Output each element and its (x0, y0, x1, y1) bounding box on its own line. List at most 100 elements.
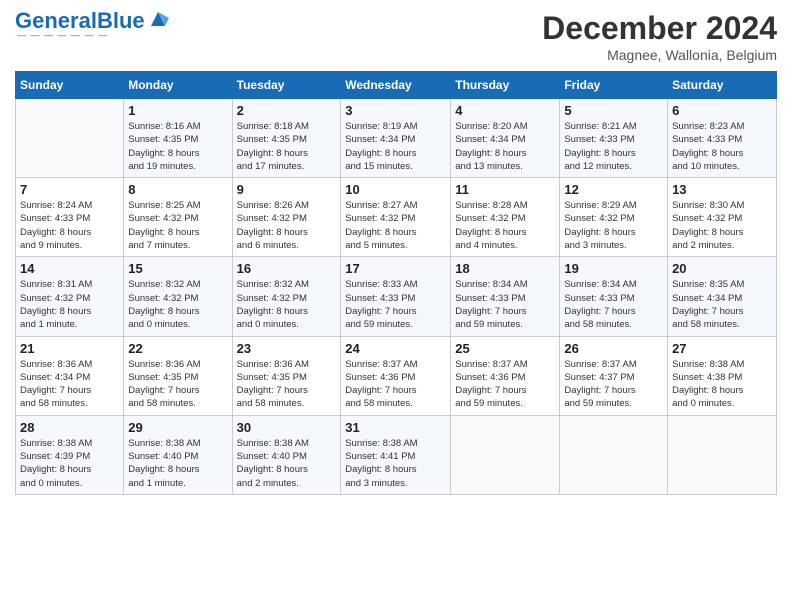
calendar-cell: 6 Sunrise: 8:23 AM Sunset: 4:33 PM Daylig… (668, 99, 777, 178)
day-info: Sunrise: 8:36 AM Sunset: 4:35 PM Dayligh… (128, 358, 227, 411)
calendar-header-row: Sunday Monday Tuesday Wednesday Thursday… (16, 72, 777, 99)
day-number: 14 (20, 261, 119, 276)
day-number: 8 (128, 182, 227, 197)
calendar-cell: 15 Sunrise: 8:32 AM Sunset: 4:32 PM Dayli… (124, 257, 232, 336)
calendar-cell: 3 Sunrise: 8:19 AM Sunset: 4:34 PM Daylig… (341, 99, 451, 178)
day-number: 20 (672, 261, 772, 276)
day-info: Sunrise: 8:37 AM Sunset: 4:37 PM Dayligh… (564, 358, 663, 411)
day-number: 21 (20, 341, 119, 356)
calendar-cell: 22 Sunrise: 8:36 AM Sunset: 4:35 PM Dayli… (124, 336, 232, 415)
day-info: Sunrise: 8:28 AM Sunset: 4:32 PM Dayligh… (455, 199, 555, 252)
page-header: GeneralBlue — — — — — — — December 2024 … (15, 10, 777, 63)
calendar-cell: 4 Sunrise: 8:20 AM Sunset: 4:34 PM Daylig… (451, 99, 560, 178)
calendar-cell: 18 Sunrise: 8:34 AM Sunset: 4:33 PM Dayli… (451, 257, 560, 336)
calendar-table: Sunday Monday Tuesday Wednesday Thursday… (15, 71, 777, 495)
day-number: 22 (128, 341, 227, 356)
logo-text: GeneralBlue (15, 10, 145, 32)
calendar-cell: 9Sunrise: 8:26 AM Sunset: 4:32 PM Daylig… (232, 178, 341, 257)
day-info: Sunrise: 8:24 AM Sunset: 4:33 PM Dayligh… (20, 199, 119, 252)
day-info: Sunrise: 8:19 AM Sunset: 4:34 PM Dayligh… (345, 120, 446, 173)
calendar-week-row: 1 Sunrise: 8:16 AM Sunset: 4:35 PM Daylig… (16, 99, 777, 178)
day-number: 2 (237, 103, 337, 118)
page-container: GeneralBlue — — — — — — — December 2024 … (0, 0, 792, 505)
day-number: 11 (455, 182, 555, 197)
day-info: Sunrise: 8:31 AM Sunset: 4:32 PM Dayligh… (20, 278, 119, 331)
day-number: 7 (20, 182, 119, 197)
day-info: Sunrise: 8:38 AM Sunset: 4:40 PM Dayligh… (237, 437, 337, 490)
calendar-week-row: 21 Sunrise: 8:36 AM Sunset: 4:34 PM Dayli… (16, 336, 777, 415)
col-sunday: Sunday (16, 72, 124, 99)
calendar-cell: 26Sunrise: 8:37 AM Sunset: 4:37 PM Dayli… (560, 336, 668, 415)
day-number: 17 (345, 261, 446, 276)
calendar-cell: 21 Sunrise: 8:36 AM Sunset: 4:34 PM Dayli… (16, 336, 124, 415)
day-info: Sunrise: 8:30 AM Sunset: 4:32 PM Dayligh… (672, 199, 772, 252)
calendar-cell: 29Sunrise: 8:38 AM Sunset: 4:40 PM Dayli… (124, 415, 232, 494)
calendar-week-row: 7 Sunrise: 8:24 AM Sunset: 4:33 PM Daylig… (16, 178, 777, 257)
title-block: December 2024 Magnee, Wallonia, Belgium (542, 10, 777, 63)
day-number: 4 (455, 103, 555, 118)
day-info: Sunrise: 8:35 AM Sunset: 4:34 PM Dayligh… (672, 278, 772, 331)
calendar-cell: 1 Sunrise: 8:16 AM Sunset: 4:35 PM Daylig… (124, 99, 232, 178)
day-info: Sunrise: 8:32 AM Sunset: 4:32 PM Dayligh… (237, 278, 337, 331)
day-info: Sunrise: 8:23 AM Sunset: 4:33 PM Dayligh… (672, 120, 772, 173)
calendar-cell (451, 415, 560, 494)
col-monday: Monday (124, 72, 232, 99)
day-info: Sunrise: 8:34 AM Sunset: 4:33 PM Dayligh… (455, 278, 555, 331)
day-info: Sunrise: 8:36 AM Sunset: 4:34 PM Dayligh… (20, 358, 119, 411)
day-info: Sunrise: 8:38 AM Sunset: 4:38 PM Dayligh… (672, 358, 772, 411)
calendar-cell (560, 415, 668, 494)
calendar-cell: 7 Sunrise: 8:24 AM Sunset: 4:33 PM Daylig… (16, 178, 124, 257)
day-number: 30 (237, 420, 337, 435)
day-number: 3 (345, 103, 446, 118)
logo: GeneralBlue — — — — — — — (15, 10, 169, 40)
day-number: 18 (455, 261, 555, 276)
day-number: 10 (345, 182, 446, 197)
day-info: Sunrise: 8:32 AM Sunset: 4:32 PM Dayligh… (128, 278, 227, 331)
day-number: 31 (345, 420, 446, 435)
day-number: 15 (128, 261, 227, 276)
day-info: Sunrise: 8:37 AM Sunset: 4:36 PM Dayligh… (455, 358, 555, 411)
col-wednesday: Wednesday (341, 72, 451, 99)
day-number: 28 (20, 420, 119, 435)
location: Magnee, Wallonia, Belgium (542, 47, 777, 63)
day-info: Sunrise: 8:27 AM Sunset: 4:32 PM Dayligh… (345, 199, 446, 252)
day-number: 16 (237, 261, 337, 276)
day-info: Sunrise: 8:26 AM Sunset: 4:32 PM Dayligh… (237, 199, 337, 252)
calendar-cell: 14 Sunrise: 8:31 AM Sunset: 4:32 PM Dayli… (16, 257, 124, 336)
day-info: Sunrise: 8:38 AM Sunset: 4:40 PM Dayligh… (128, 437, 227, 490)
logo-tagline: — — — — — — — (17, 30, 169, 40)
col-saturday: Saturday (668, 72, 777, 99)
day-info: Sunrise: 8:16 AM Sunset: 4:35 PM Dayligh… (128, 120, 227, 173)
day-number: 24 (345, 341, 446, 356)
calendar-week-row: 14 Sunrise: 8:31 AM Sunset: 4:32 PM Dayli… (16, 257, 777, 336)
day-info: Sunrise: 8:21 AM Sunset: 4:33 PM Dayligh… (564, 120, 663, 173)
day-number: 12 (564, 182, 663, 197)
day-number: 5 (564, 103, 663, 118)
col-tuesday: Tuesday (232, 72, 341, 99)
day-info: Sunrise: 8:29 AM Sunset: 4:32 PM Dayligh… (564, 199, 663, 252)
day-info: Sunrise: 8:33 AM Sunset: 4:33 PM Dayligh… (345, 278, 446, 331)
day-number: 19 (564, 261, 663, 276)
calendar-cell: 2 Sunrise: 8:18 AM Sunset: 4:35 PM Daylig… (232, 99, 341, 178)
day-number: 1 (128, 103, 227, 118)
calendar-cell: 27Sunrise: 8:38 AM Sunset: 4:38 PM Dayli… (668, 336, 777, 415)
calendar-cell: 8Sunrise: 8:25 AM Sunset: 4:32 PM Daylig… (124, 178, 232, 257)
calendar-cell: 11 Sunrise: 8:28 AM Sunset: 4:32 PM Dayli… (451, 178, 560, 257)
calendar-cell: 31Sunrise: 8:38 AM Sunset: 4:41 PM Dayli… (341, 415, 451, 494)
calendar-cell: 13Sunrise: 8:30 AM Sunset: 4:32 PM Dayli… (668, 178, 777, 257)
col-thursday: Thursday (451, 72, 560, 99)
calendar-cell: 10 Sunrise: 8:27 AM Sunset: 4:32 PM Dayli… (341, 178, 451, 257)
calendar-cell: 25Sunrise: 8:37 AM Sunset: 4:36 PM Dayli… (451, 336, 560, 415)
calendar-week-row: 28 Sunrise: 8:38 AM Sunset: 4:39 PM Dayli… (16, 415, 777, 494)
day-info: Sunrise: 8:38 AM Sunset: 4:39 PM Dayligh… (20, 437, 119, 490)
calendar-cell: 24Sunrise: 8:37 AM Sunset: 4:36 PM Dayli… (341, 336, 451, 415)
calendar-cell: 20 Sunrise: 8:35 AM Sunset: 4:34 PM Dayli… (668, 257, 777, 336)
calendar-cell: 30 Sunrise: 8:38 AM Sunset: 4:40 PM Dayli… (232, 415, 341, 494)
day-info: Sunrise: 8:20 AM Sunset: 4:34 PM Dayligh… (455, 120, 555, 173)
col-friday: Friday (560, 72, 668, 99)
day-number: 6 (672, 103, 772, 118)
logo-icon (147, 8, 169, 30)
day-info: Sunrise: 8:18 AM Sunset: 4:35 PM Dayligh… (237, 120, 337, 173)
calendar-cell (668, 415, 777, 494)
calendar-cell: 12 Sunrise: 8:29 AM Sunset: 4:32 PM Dayli… (560, 178, 668, 257)
